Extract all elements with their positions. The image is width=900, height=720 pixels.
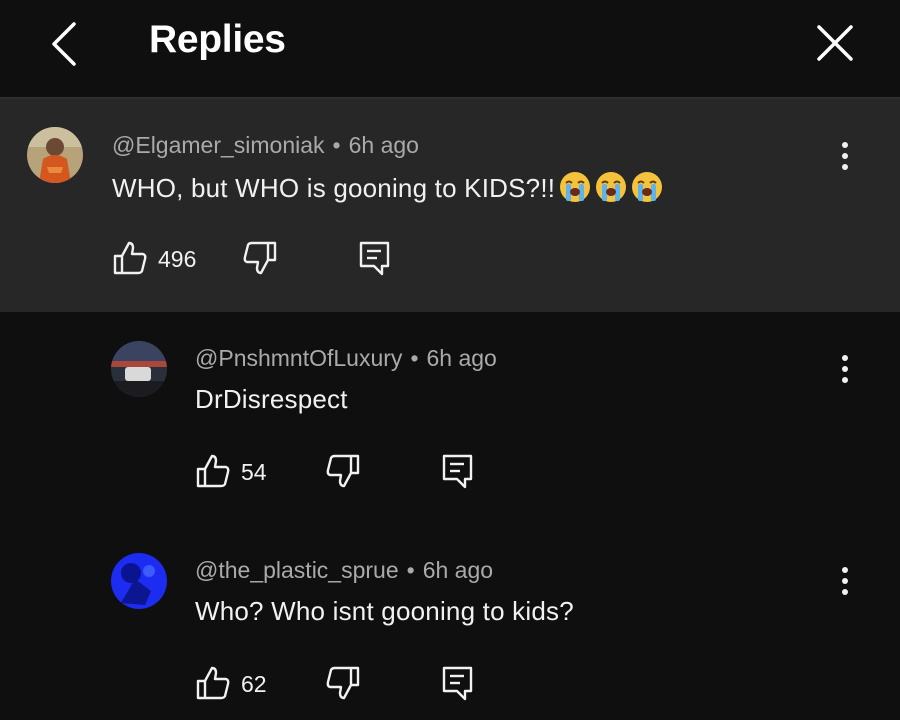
comment-actions: 496	[112, 240, 412, 280]
header-bar: Replies	[0, 0, 900, 99]
comment-actions: 54	[195, 453, 495, 493]
comment-author[interactable]: @Elgamer_simoniak	[112, 132, 325, 158]
reply-icon[interactable]	[441, 665, 475, 701]
more-options-button[interactable]	[833, 561, 857, 601]
avatar[interactable]	[111, 553, 167, 609]
comment-author[interactable]: @PnshmntOfLuxury	[195, 345, 402, 371]
comment-time: 6h ago	[422, 557, 494, 583]
reply-comment: @PnshmntOfLuxury • 6h ago DrDisrespect 54	[0, 312, 900, 525]
comment-meta: @Elgamer_simoniak • 6h ago	[112, 132, 419, 158]
thumbs-up-icon[interactable]	[112, 240, 148, 276]
reply-comment: @the_plastic_sprue • 6h ago Who? Who isnt …	[0, 525, 900, 720]
loudly-crying-face-icon	[596, 172, 627, 202]
avatar[interactable]	[111, 341, 167, 397]
loudly-crying-face-icon	[560, 172, 591, 202]
thumbs-up-icon[interactable]	[195, 453, 231, 489]
comment-author[interactable]: @the_plastic_sprue	[195, 557, 399, 583]
reply-icon[interactable]	[441, 453, 475, 489]
close-icon[interactable]	[814, 22, 856, 64]
page-title: Replies	[149, 18, 286, 61]
comment-text: Who? Who isnt gooning to kids?	[195, 596, 574, 626]
comment-actions: 62	[195, 665, 495, 705]
thumbs-up-icon[interactable]	[195, 665, 231, 701]
thumbs-down-icon[interactable]	[242, 240, 278, 276]
loudly-crying-face-icon	[632, 172, 663, 202]
comment-time: 6h ago	[426, 345, 497, 371]
more-options-button[interactable]	[833, 136, 857, 176]
comment-meta: @PnshmntOfLuxury • 6h ago	[195, 345, 497, 371]
comment-text: DrDisrespect	[195, 384, 348, 414]
comment-meta: @the_plastic_sprue • 6h ago	[195, 557, 494, 583]
like-count: 62	[241, 671, 267, 697]
like-count: 54	[241, 459, 267, 485]
thumbs-down-icon[interactable]	[325, 453, 361, 489]
thumbs-down-icon[interactable]	[325, 665, 361, 701]
comment-text: WHO, but WHO is gooning to KIDS?!!	[112, 171, 663, 204]
like-count: 496	[158, 246, 197, 272]
comment-text-content: WHO, but WHO is gooning to KIDS?!!	[112, 173, 556, 203]
more-options-button[interactable]	[833, 349, 857, 389]
comment-time: 6h ago	[348, 132, 419, 158]
chevron-left-icon[interactable]	[44, 20, 84, 68]
reply-icon[interactable]	[358, 240, 392, 276]
parent-comment: @Elgamer_simoniak • 6h ago WHO, but WHO is…	[0, 99, 900, 312]
avatar[interactable]	[27, 127, 83, 183]
